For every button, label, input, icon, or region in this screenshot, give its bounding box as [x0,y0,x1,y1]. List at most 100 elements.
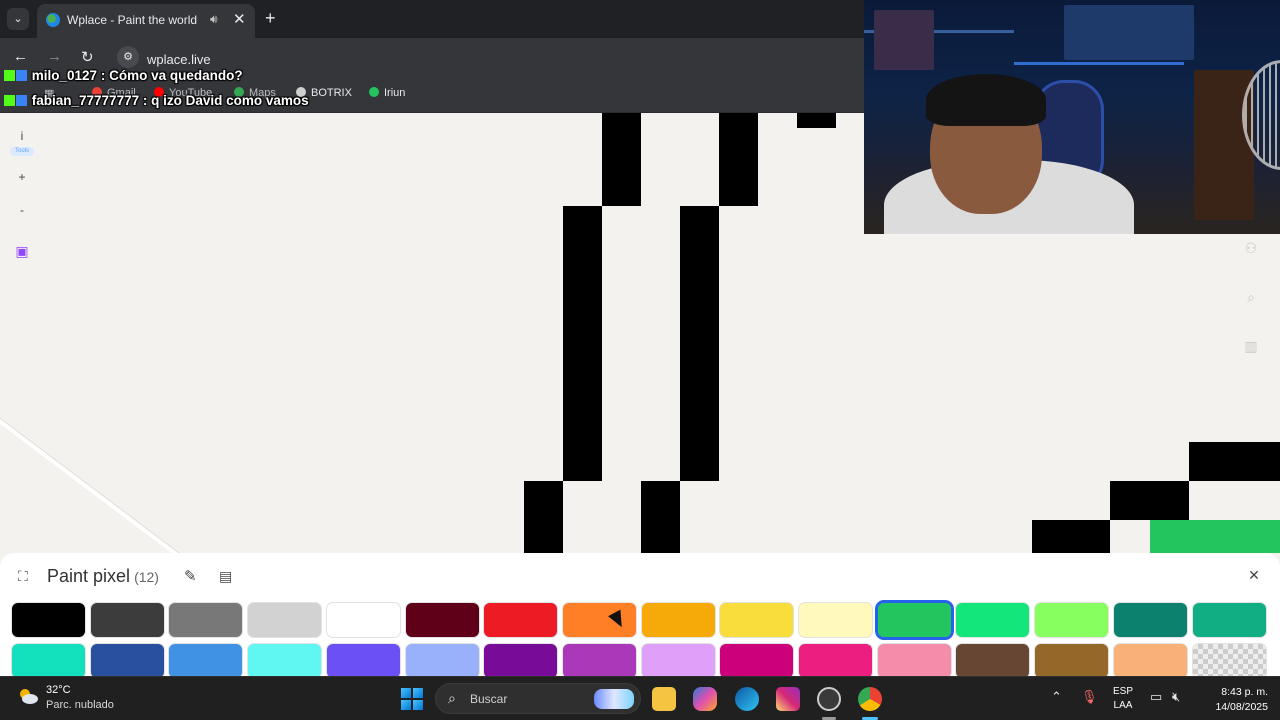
color-swatch[interactable] [325,602,401,638]
color-swatch[interactable] [247,602,323,638]
color-swatch[interactable] [89,602,165,638]
color-swatch[interactable] [1034,643,1110,679]
microphone-icon[interactable]: 🎙︎ [1081,689,1098,705]
color-swatch[interactable] [719,643,795,679]
browser-tab[interactable]: Wplace - Paint the world 🔊︎ ✕ [37,4,255,38]
zoom-in-button[interactable]: + [10,165,34,189]
globe-icon [46,13,60,27]
color-swatch[interactable] [798,602,873,638]
weather-description[interactable]: Parc. nublado [46,699,114,711]
speaker-muted-icon[interactable]: 🔇︎ [1172,689,1180,705]
color-swatch[interactable] [561,643,637,679]
black-pixels [719,113,758,206]
black-pixels [1032,520,1110,553]
black-pixels [641,481,680,553]
obs-icon[interactable] [817,687,841,711]
black-pixels [524,481,563,553]
search-icon: ⌕ [448,690,456,706]
color-swatch[interactable] [247,643,323,679]
bookmark-iriun[interactable]: Iriun [369,87,405,99]
black-pixels [797,113,836,128]
weather-temperature[interactable]: 32°C [46,684,71,696]
color-swatch[interactable] [1034,602,1110,638]
color-swatch[interactable] [1112,602,1188,638]
windows-start-icon[interactable] [401,688,423,710]
weather-cloud-sun-icon[interactable] [17,687,39,705]
language-indicator[interactable]: ESP LAA [1113,685,1133,713]
color-swatch[interactable] [89,643,165,679]
figures-shelf [874,10,934,70]
zoom-out-button[interactable]: - [10,198,34,222]
color-swatch[interactable] [1191,602,1267,638]
close-button[interactable]: ✕ [1243,564,1265,586]
black-pixels [563,206,602,481]
panel-title: Paint pixel (12) [47,566,159,586]
taskbar-search[interactable]: ⌕ Buscar [435,683,641,714]
windows-taskbar: 32°C Parc. nublado ⌕ Buscar ⌃ 🎙︎ ESP LAA… [0,676,1280,720]
url-field[interactable]: wplace.live [147,52,211,67]
palette-icon[interactable]: ▤ [219,568,232,585]
clock[interactable]: 8:43 p. m. 14/08/2025 [1200,685,1268,715]
color-swatch[interactable] [168,602,244,638]
map-road [0,403,206,553]
pencil-icon[interactable]: ✎ [184,567,197,585]
color-swatch[interactable] [876,643,952,679]
tab-title: Wplace - Paint the world [67,13,198,27]
search-location-icon[interactable]: ⌕ [1240,286,1262,308]
info-button[interactable]: i [10,124,34,148]
color-swatch[interactable] [11,643,86,679]
twitch-icon[interactable]: ▣ [10,239,34,263]
color-swatch[interactable] [404,602,480,638]
stats-icon[interactable]: ▥ [1240,335,1262,357]
pixel-count: (12) [134,569,159,585]
chevron-up-icon[interactable]: ⌃ [1051,689,1062,705]
search-placeholder: Buscar [470,692,508,706]
color-swatch[interactable] [11,602,86,638]
site-settings-icon[interactable]: ⚙︎ [117,46,139,68]
color-swatch[interactable] [955,643,1031,679]
color-swatch[interactable] [640,643,716,679]
color-swatch[interactable] [325,643,401,679]
copilot-icon[interactable] [693,687,717,711]
tab-search-dropdown-icon[interactable]: ⌄ [7,8,29,30]
color-swatch[interactable] [404,643,480,679]
black-pixels [602,113,641,206]
edge-icon[interactable] [735,687,759,711]
color-swatch[interactable] [874,600,954,640]
color-swatch[interactable] [798,643,873,679]
instagram-icon[interactable] [776,687,800,711]
color-swatch[interactable] [640,602,716,638]
chat-message: fabian_77777777 : q izo David como vamos [4,93,309,108]
kick-badge-icon [4,95,15,106]
color-swatch[interactable] [483,643,559,679]
reload-icon[interactable]: ↻ [81,48,94,66]
forward-arrow-icon[interactable]: → [47,48,62,65]
tab-close-button[interactable]: ✕ [233,10,246,28]
speaker-icon[interactable]: 🔊︎ [210,12,218,27]
black-pixels [680,206,719,481]
search-highlight-image [594,689,634,709]
black-pixels [1189,442,1280,481]
color-swatch[interactable] [1112,643,1188,679]
file-explorer-icon[interactable] [652,687,676,711]
chat-username: fabian_77777777 [31,93,140,108]
back-arrow-icon[interactable]: ← [13,48,28,65]
chat-username: milo_0127 [31,68,98,83]
network-icon[interactable]: ▭ [1150,689,1162,705]
bot-badge-icon [16,95,27,106]
color-swatch[interactable] [955,602,1031,638]
black-pixels [1110,481,1189,520]
bot-badge-icon [16,70,27,81]
leaderboard-icon[interactable]: ⚇ [1240,237,1262,259]
chat-message: milo_0127 : Cómo va quedando? [4,68,243,83]
person-hair [926,74,1046,126]
new-tab-button[interactable]: + [265,8,276,28]
color-swatch[interactable] [168,643,244,679]
info-tag: Tools [10,147,34,156]
chrome-icon[interactable] [858,687,882,711]
color-swatch[interactable] [483,602,559,638]
webcam-overlay [864,0,1280,234]
color-swatch[interactable] [719,602,795,638]
expand-icon[interactable]: ⛶ [18,568,28,585]
transparent-color-swatch[interactable] [1191,643,1267,679]
